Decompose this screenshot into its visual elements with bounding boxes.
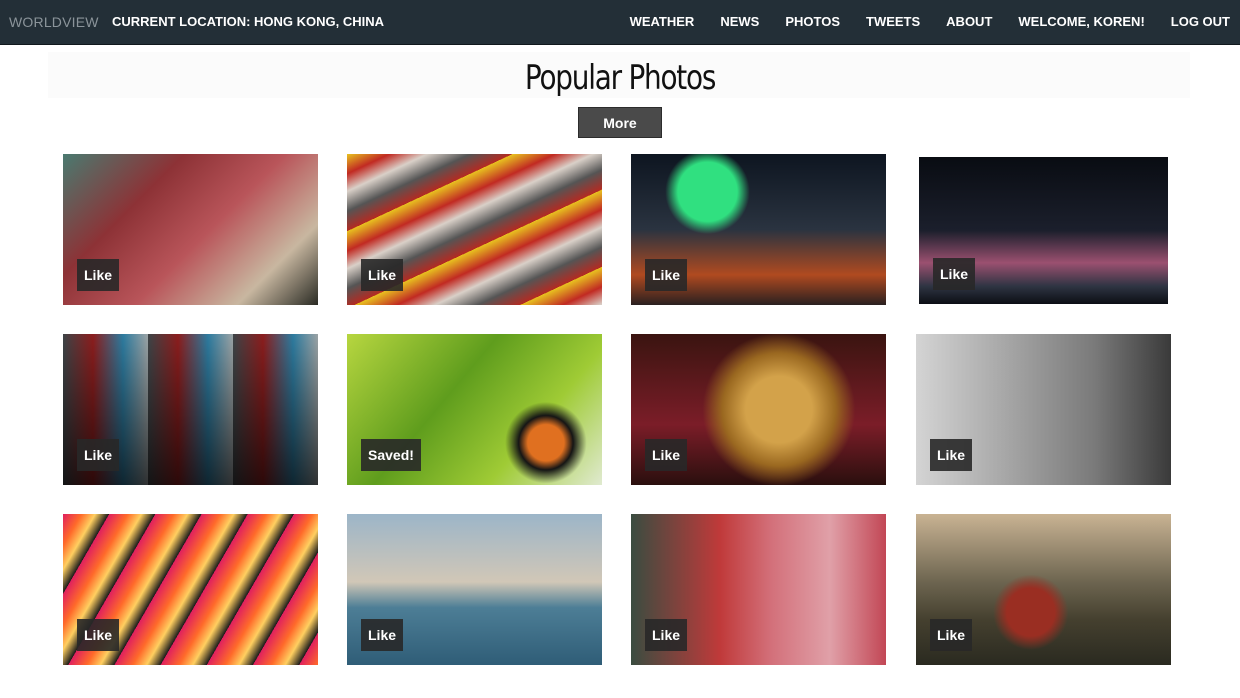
photo-tile[interactable]: Saved! [347, 334, 602, 485]
nav-links: WEATHER NEWS PHOTOS TWEETS ABOUT WELCOME… [630, 14, 1230, 29]
photo-tile[interactable]: Like [631, 514, 886, 665]
like-button[interactable]: Like [645, 619, 688, 651]
page-title: Popular Photos [524, 58, 716, 98]
like-button[interactable]: Like [645, 439, 688, 471]
saved-button[interactable]: Saved! [361, 439, 421, 471]
photo-tile[interactable]: Like [631, 154, 886, 305]
photo-tile[interactable]: Like [631, 334, 886, 485]
photo-tile[interactable]: Like [916, 334, 1171, 485]
like-button[interactable]: Like [930, 619, 973, 651]
nav-photos[interactable]: PHOTOS [785, 14, 840, 29]
current-location: CURRENT LOCATION: HONG KONG, CHINA [112, 14, 385, 29]
nav-about[interactable]: ABOUT [946, 14, 992, 29]
top-navbar: WORLDVIEW CURRENT LOCATION: HONG KONG, C… [0, 0, 1240, 45]
photo-tile[interactable]: Like [63, 334, 318, 485]
like-button[interactable]: Like [361, 619, 404, 651]
photo-tile[interactable]: Like [63, 514, 318, 665]
brand-link[interactable]: WORLDVIEW [9, 14, 99, 30]
photo-tile[interactable]: Like [347, 514, 602, 665]
nav-news[interactable]: NEWS [720, 14, 759, 29]
like-button[interactable]: Like [933, 258, 976, 290]
more-photos-button[interactable]: More Photos [578, 107, 662, 162]
photo-tile[interactable]: Like [919, 157, 1168, 304]
like-button[interactable]: Like [77, 259, 120, 291]
photo-tile[interactable]: Like [916, 514, 1171, 665]
like-button[interactable]: Like [77, 619, 120, 651]
photo-tile[interactable]: Like [347, 154, 602, 305]
nav-welcome-user[interactable]: WELCOME, KOREN! [1018, 14, 1144, 29]
like-button[interactable]: Like [645, 259, 688, 291]
photo-tile[interactable]: Like [63, 154, 318, 305]
like-button[interactable]: Like [77, 439, 120, 471]
like-button[interactable]: Like [361, 259, 404, 291]
nav-tweets[interactable]: TWEETS [866, 14, 920, 29]
nav-logout[interactable]: LOG OUT [1171, 14, 1230, 29]
like-button[interactable]: Like [930, 439, 973, 471]
nav-weather[interactable]: WEATHER [630, 14, 695, 29]
